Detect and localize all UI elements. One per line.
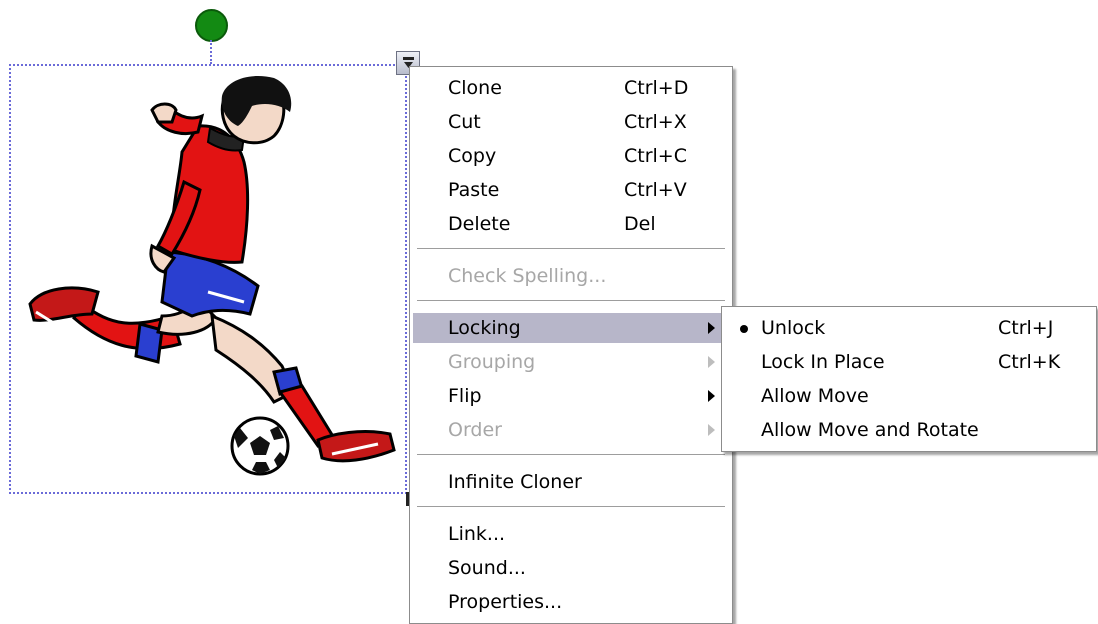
menu-item-label: Delete [448,213,511,235]
submenu-arrow-icon [708,424,715,436]
menu-item-flip[interactable]: Flip [413,381,729,411]
menu-item-label: Check Spelling... [448,265,607,287]
submenu-item-allow-move-and-rotate[interactable]: Allow Move and Rotate [725,415,1093,445]
menu-item-label: Sound... [448,557,526,579]
menu-item-label: Allow Move and Rotate [761,419,979,441]
menu-separator [417,300,725,302]
menu-item-label: Paste [448,179,500,201]
menu-item-label: Infinite Cloner [448,471,582,493]
submenu-item-unlock[interactable]: Unlock Ctrl+J [725,313,1093,343]
menu-item-shortcut: Ctrl+K [998,351,1061,373]
menu-item-shortcut: Ctrl+D [624,77,689,99]
menu-item-properties[interactable]: Properties... [413,587,729,617]
menu-item-label: Properties... [448,591,563,613]
menu-item-shortcut: Del [624,213,656,235]
menu-item-label: Lock In Place [761,351,885,373]
menu-item-shortcut: Ctrl+X [624,111,687,133]
submenu-item-lock-in-place[interactable]: Lock In Place Ctrl+K [725,347,1093,377]
menu-item-link[interactable]: Link... [413,519,729,549]
menu-item-cut[interactable]: Cut Ctrl+X [413,107,729,137]
menu-item-label: Locking [448,317,521,339]
menu-item-label: Copy [448,145,497,167]
menu-item-infinite-cloner[interactable]: Infinite Cloner [413,467,729,497]
submenu-arrow-icon [708,322,715,334]
rotate-handle[interactable] [195,9,228,42]
menu-item-clone[interactable]: Clone Ctrl+D [413,73,729,103]
menu-item-shortcut: Ctrl+V [624,179,687,201]
menu-item-order: Order [413,415,729,445]
soccer-player-clipart[interactable] [12,66,408,492]
menu-item-label: Clone [448,77,502,99]
menu-item-label: Grouping [448,351,536,373]
menu-item-sound[interactable]: Sound... [413,553,729,583]
menu-item-label: Link... [448,523,506,545]
menu-item-label: Unlock [761,317,826,339]
menu-item-grouping: Grouping [413,347,729,377]
context-menu: Clone Ctrl+D Cut Ctrl+X Copy Ctrl+C Past… [409,66,733,624]
menu-item-label: Cut [448,111,481,133]
menu-separator [417,454,725,456]
menu-item-label: Order [448,419,502,441]
submenu-item-allow-move[interactable]: Allow Move [725,381,1093,411]
selected-bullet-icon [740,325,748,333]
locking-submenu: Unlock Ctrl+J Lock In Place Ctrl+K Allow… [721,306,1097,452]
menu-item-label: Flip [448,385,482,407]
submenu-arrow-icon [708,390,715,402]
menu-separator [417,506,725,508]
menu-item-shortcut: Ctrl+C [624,145,687,167]
menu-item-locking[interactable]: Locking [413,313,729,343]
menu-item-label: Allow Move [761,385,869,407]
menu-item-paste[interactable]: Paste Ctrl+V [413,175,729,205]
menu-separator [417,248,725,250]
menu-item-copy[interactable]: Copy Ctrl+C [413,141,729,171]
menu-item-check-spelling: Check Spelling... [413,261,729,291]
menu-item-shortcut: Ctrl+J [998,317,1054,339]
menu-item-delete[interactable]: Delete Del [413,209,729,239]
submenu-arrow-icon [708,356,715,368]
rotate-handle-connector [210,40,212,64]
